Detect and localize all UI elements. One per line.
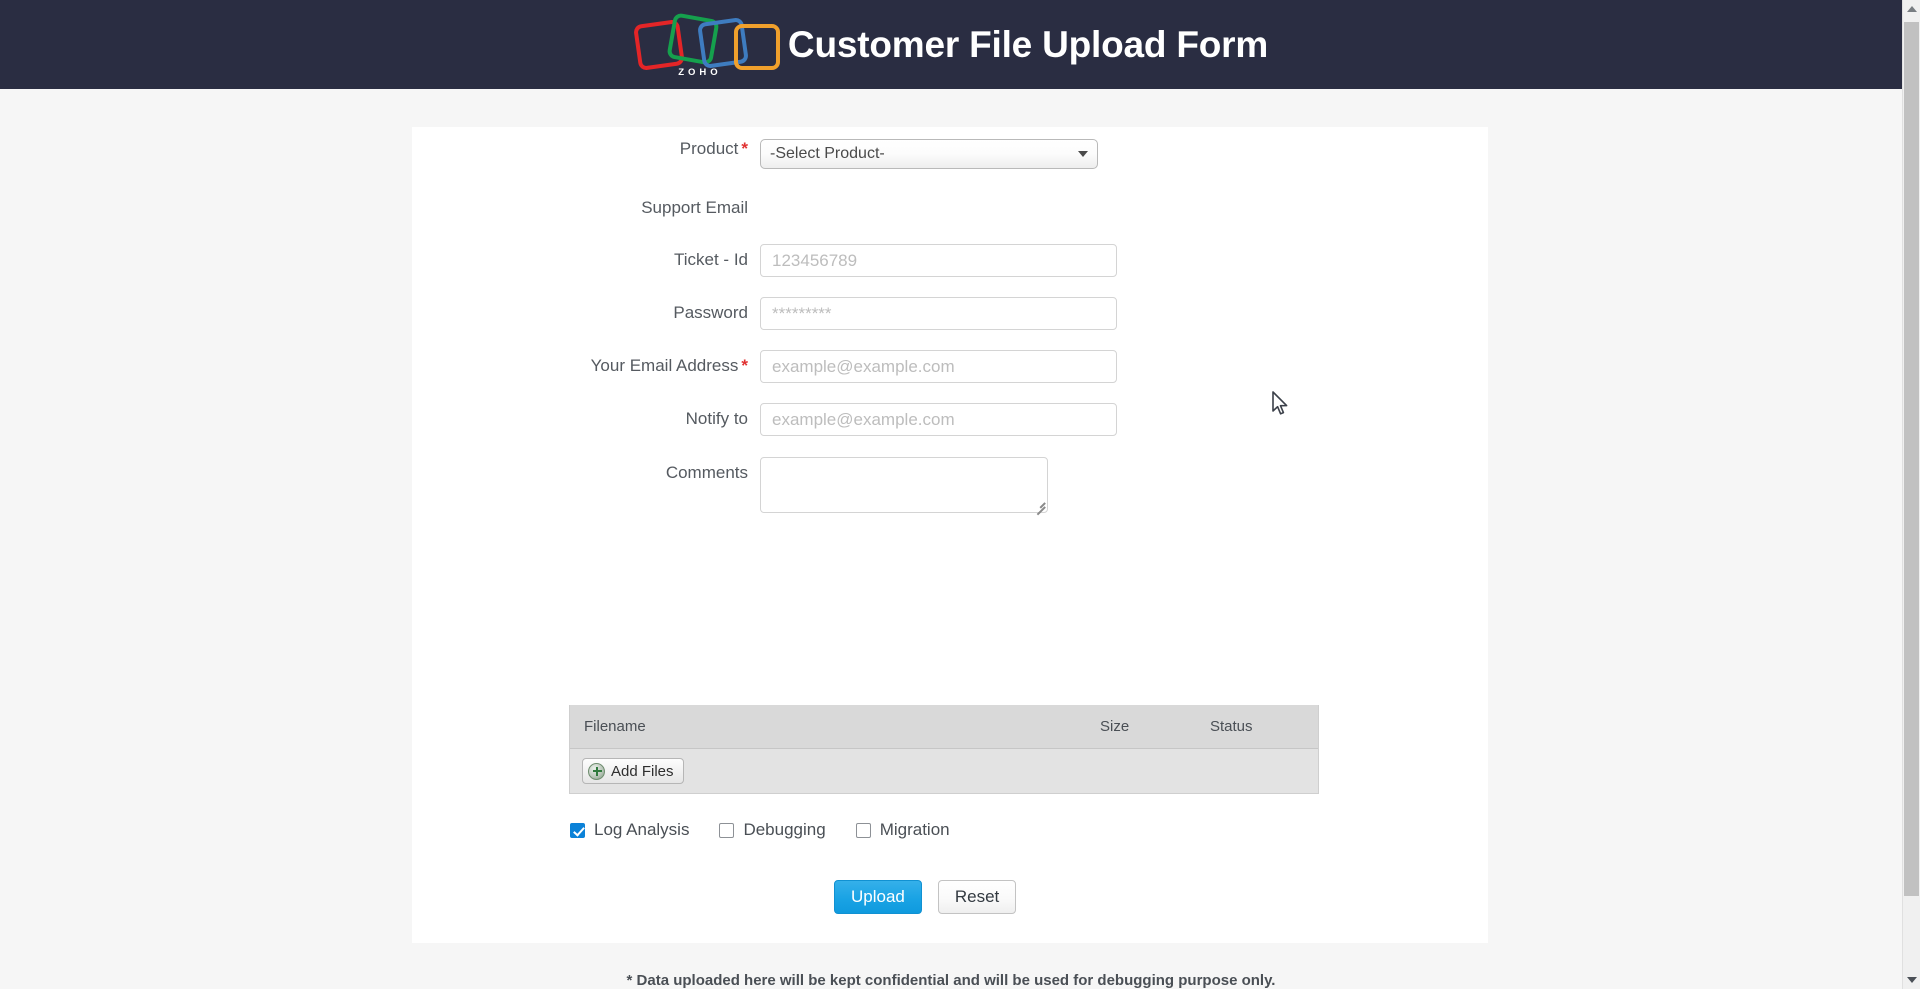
browser-viewport: ZOHO Customer File Upload Form Product * … bbox=[0, 0, 1920, 989]
column-header-filename: Filename bbox=[584, 718, 646, 735]
label-product-text: Product bbox=[679, 139, 739, 158]
product-select[interactable]: -Select Product- bbox=[760, 139, 1098, 169]
your-email-input[interactable] bbox=[760, 350, 1117, 383]
column-header-status: Status bbox=[1210, 718, 1253, 735]
add-files-label: Add Files bbox=[611, 762, 674, 780]
label-product: Product * bbox=[412, 139, 760, 159]
file-table-header: Filename Size Status bbox=[570, 705, 1318, 749]
label-your-email: Your Email Address * bbox=[412, 350, 760, 376]
upload-button[interactable]: Upload bbox=[834, 880, 922, 914]
checkbox-debugging[interactable] bbox=[719, 822, 735, 838]
checkbox-item-migration[interactable]: Migration bbox=[855, 820, 950, 840]
checkbox-log-analysis[interactable] bbox=[570, 822, 585, 838]
column-header-size: Size bbox=[1100, 718, 1130, 735]
required-marker-product: * bbox=[741, 139, 748, 158]
scroll-up-arrow-icon[interactable] bbox=[1903, 0, 1920, 18]
field-row-product: Product * -Select Product- bbox=[412, 139, 1488, 169]
product-select-value[interactable]: -Select Product- bbox=[760, 139, 1098, 169]
zoho-logo-icon: ZOHO bbox=[632, 11, 780, 78]
file-upload-table: Filename Size Status Add Files bbox=[569, 705, 1319, 794]
logo-square-orange bbox=[733, 23, 780, 70]
file-table-body: Add Files bbox=[570, 749, 1318, 793]
add-files-button[interactable]: Add Files bbox=[582, 758, 684, 784]
page-content: ZOHO Customer File Upload Form Product * … bbox=[0, 0, 1902, 989]
ticket-id-input[interactable] bbox=[760, 244, 1117, 277]
checkbox-label-debugging: Debugging bbox=[743, 820, 826, 839]
field-row-password: Password bbox=[412, 297, 1488, 330]
label-support-email: Support Email bbox=[641, 198, 748, 217]
field-row-support-email: Support Email bbox=[412, 198, 1488, 220]
field-row-ticket-id: Ticket - Id bbox=[412, 244, 1488, 277]
required-marker-your-email: * bbox=[741, 356, 748, 375]
notify-to-input[interactable] bbox=[760, 403, 1117, 436]
checkbox-label-migration: Migration bbox=[879, 820, 950, 839]
label-ticket-id: Ticket - Id bbox=[674, 250, 748, 269]
comments-textarea[interactable] bbox=[760, 457, 1048, 513]
password-input[interactable] bbox=[760, 297, 1117, 330]
checkbox-migration[interactable] bbox=[855, 822, 871, 838]
logo-wordmark: ZOHO bbox=[678, 66, 722, 78]
checkbox-item-log-analysis[interactable]: Log Analysis bbox=[570, 820, 689, 840]
page-title: Customer File Upload Form bbox=[787, 23, 1269, 65]
page-header: ZOHO Customer File Upload Form bbox=[0, 0, 1902, 89]
field-row-your-email: Your Email Address * bbox=[412, 350, 1488, 383]
form-card: Product* -Select Product- Support Email bbox=[412, 127, 1488, 943]
scroll-down-arrow-icon[interactable] bbox=[1903, 971, 1920, 989]
reset-button[interactable]: Reset bbox=[937, 880, 1017, 914]
label-comments: Comments bbox=[665, 463, 748, 482]
footer-disclaimer: * Data uploaded here will be kept confid… bbox=[626, 972, 1276, 989]
checkbox-label-log-analysis: Log Analysis bbox=[594, 820, 690, 839]
scrollbar-thumb[interactable] bbox=[1904, 22, 1919, 896]
options-checkbox-group: Log Analysis Debugging Migration bbox=[570, 820, 950, 840]
label-password: Password bbox=[673, 303, 748, 322]
add-circle-icon bbox=[588, 762, 605, 780]
label-notify-to: Notify to bbox=[685, 409, 748, 428]
checkbox-item-debugging[interactable]: Debugging bbox=[719, 820, 826, 840]
support-email-value bbox=[760, 198, 1488, 220]
form-actions: Upload Reset bbox=[834, 880, 1017, 914]
field-row-comments: Comments bbox=[412, 457, 1488, 515]
vertical-scrollbar[interactable] bbox=[1902, 0, 1920, 989]
label-your-email-text: Your Email Address bbox=[590, 356, 739, 375]
field-row-notify-to: Notify to bbox=[412, 403, 1488, 436]
